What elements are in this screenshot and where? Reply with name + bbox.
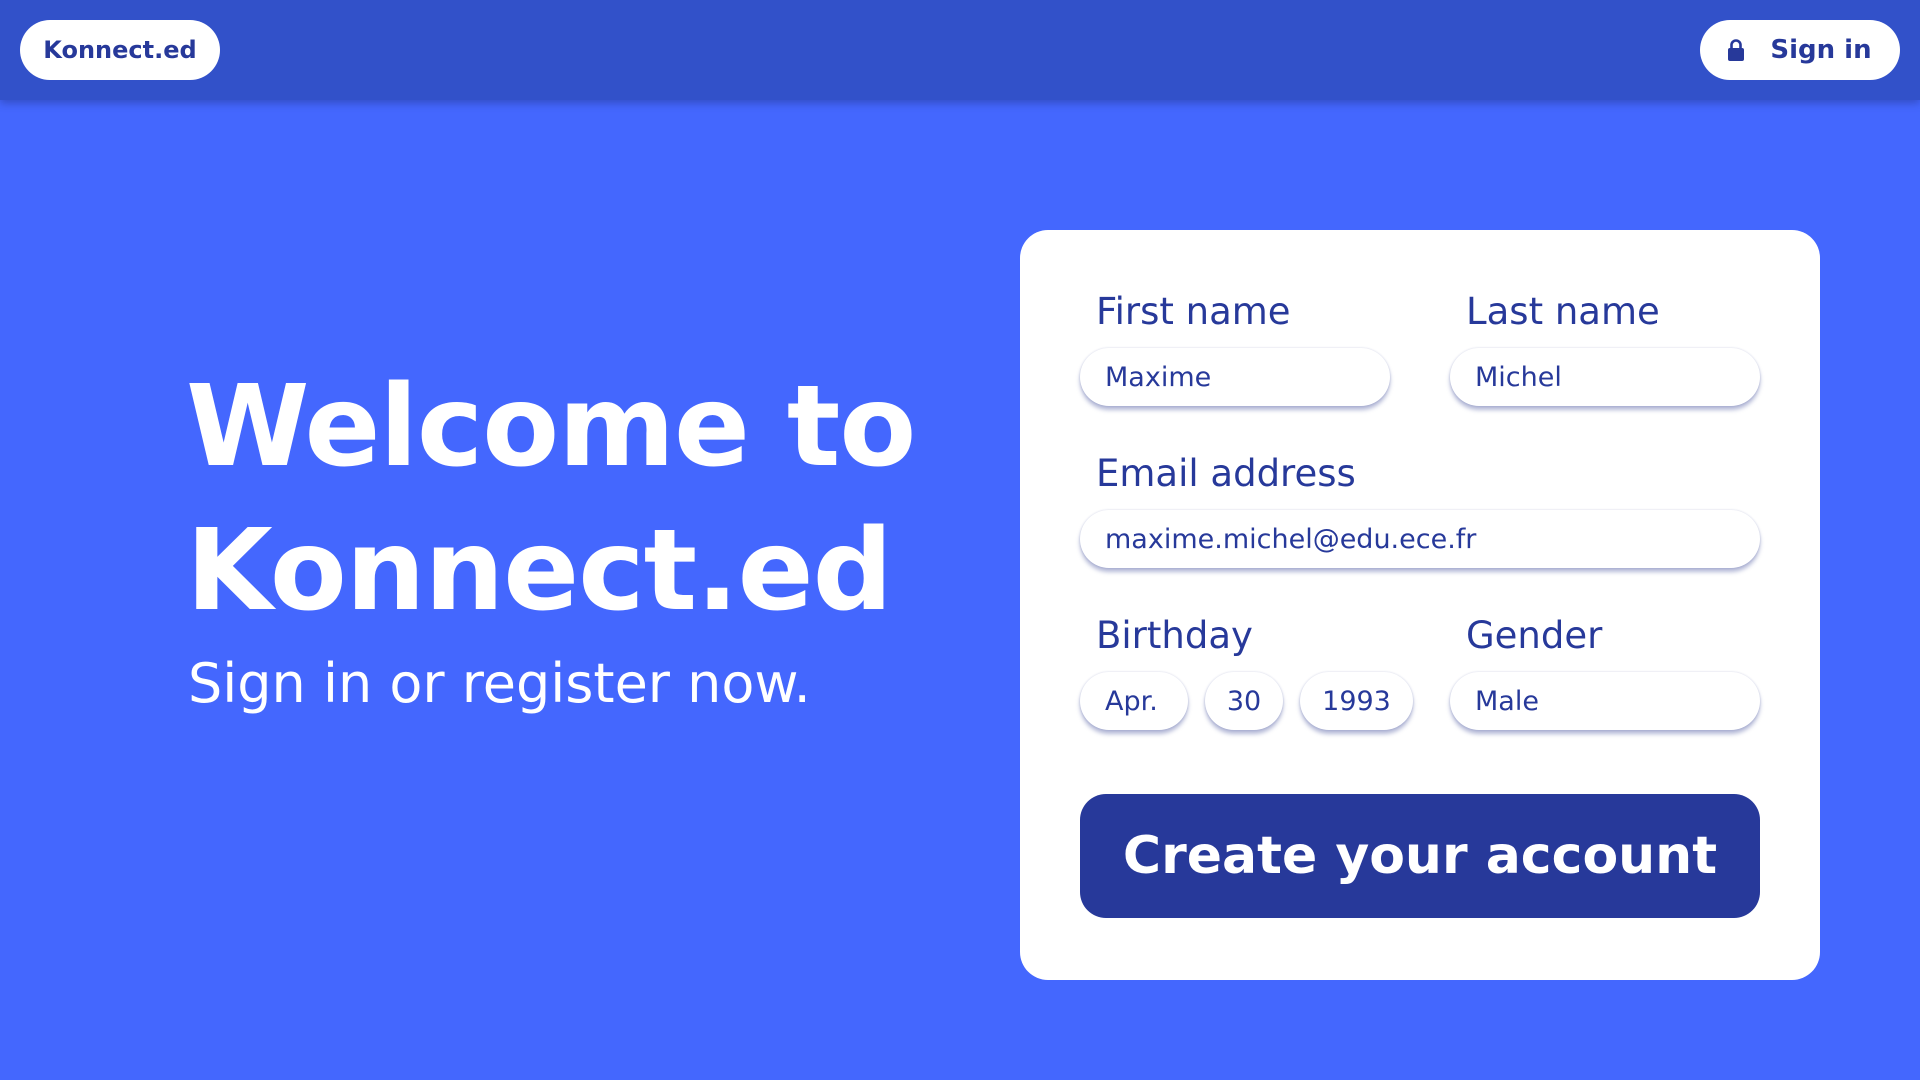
birthday-month-select[interactable]: Apr.: [1080, 672, 1188, 730]
gender-label: Gender: [1466, 614, 1603, 657]
logo-text: Konnect.ed: [43, 36, 197, 64]
last-name-label: Last name: [1466, 290, 1660, 333]
birthday-label: Birthday: [1096, 614, 1253, 657]
registration-form-card: First name Maxime Last name Michel Email…: [1020, 230, 1820, 980]
birthday-day-select[interactable]: 30: [1205, 672, 1283, 730]
hero-title: Welcome to Konnect.ed: [186, 355, 966, 643]
hero-section: Welcome to Konnect.ed Sign in or registe…: [186, 355, 966, 719]
gender-select[interactable]: Male: [1450, 672, 1760, 730]
last-name-input[interactable]: Michel: [1450, 348, 1760, 406]
first-name-label: First name: [1096, 290, 1291, 333]
email-label: Email address: [1096, 452, 1356, 495]
lock-icon: [1728, 39, 1745, 61]
logo-button[interactable]: Konnect.ed: [20, 20, 220, 80]
hero-subtitle: Sign in or register now.: [188, 652, 811, 715]
hero-title-line-2: Konnect.ed: [186, 506, 893, 636]
sign-in-button[interactable]: Sign in: [1700, 20, 1900, 80]
hero-title-line-1: Welcome to: [186, 362, 916, 492]
sign-in-label: Sign in: [1770, 35, 1872, 65]
email-input[interactable]: maxime.michel@edu.ece.fr: [1080, 510, 1760, 568]
birthday-year-select[interactable]: 1993: [1300, 672, 1413, 730]
top-navigation-bar: Konnect.ed Sign in: [0, 0, 1920, 100]
create-account-button[interactable]: Create your account: [1080, 794, 1760, 918]
first-name-input[interactable]: Maxime: [1080, 348, 1390, 406]
